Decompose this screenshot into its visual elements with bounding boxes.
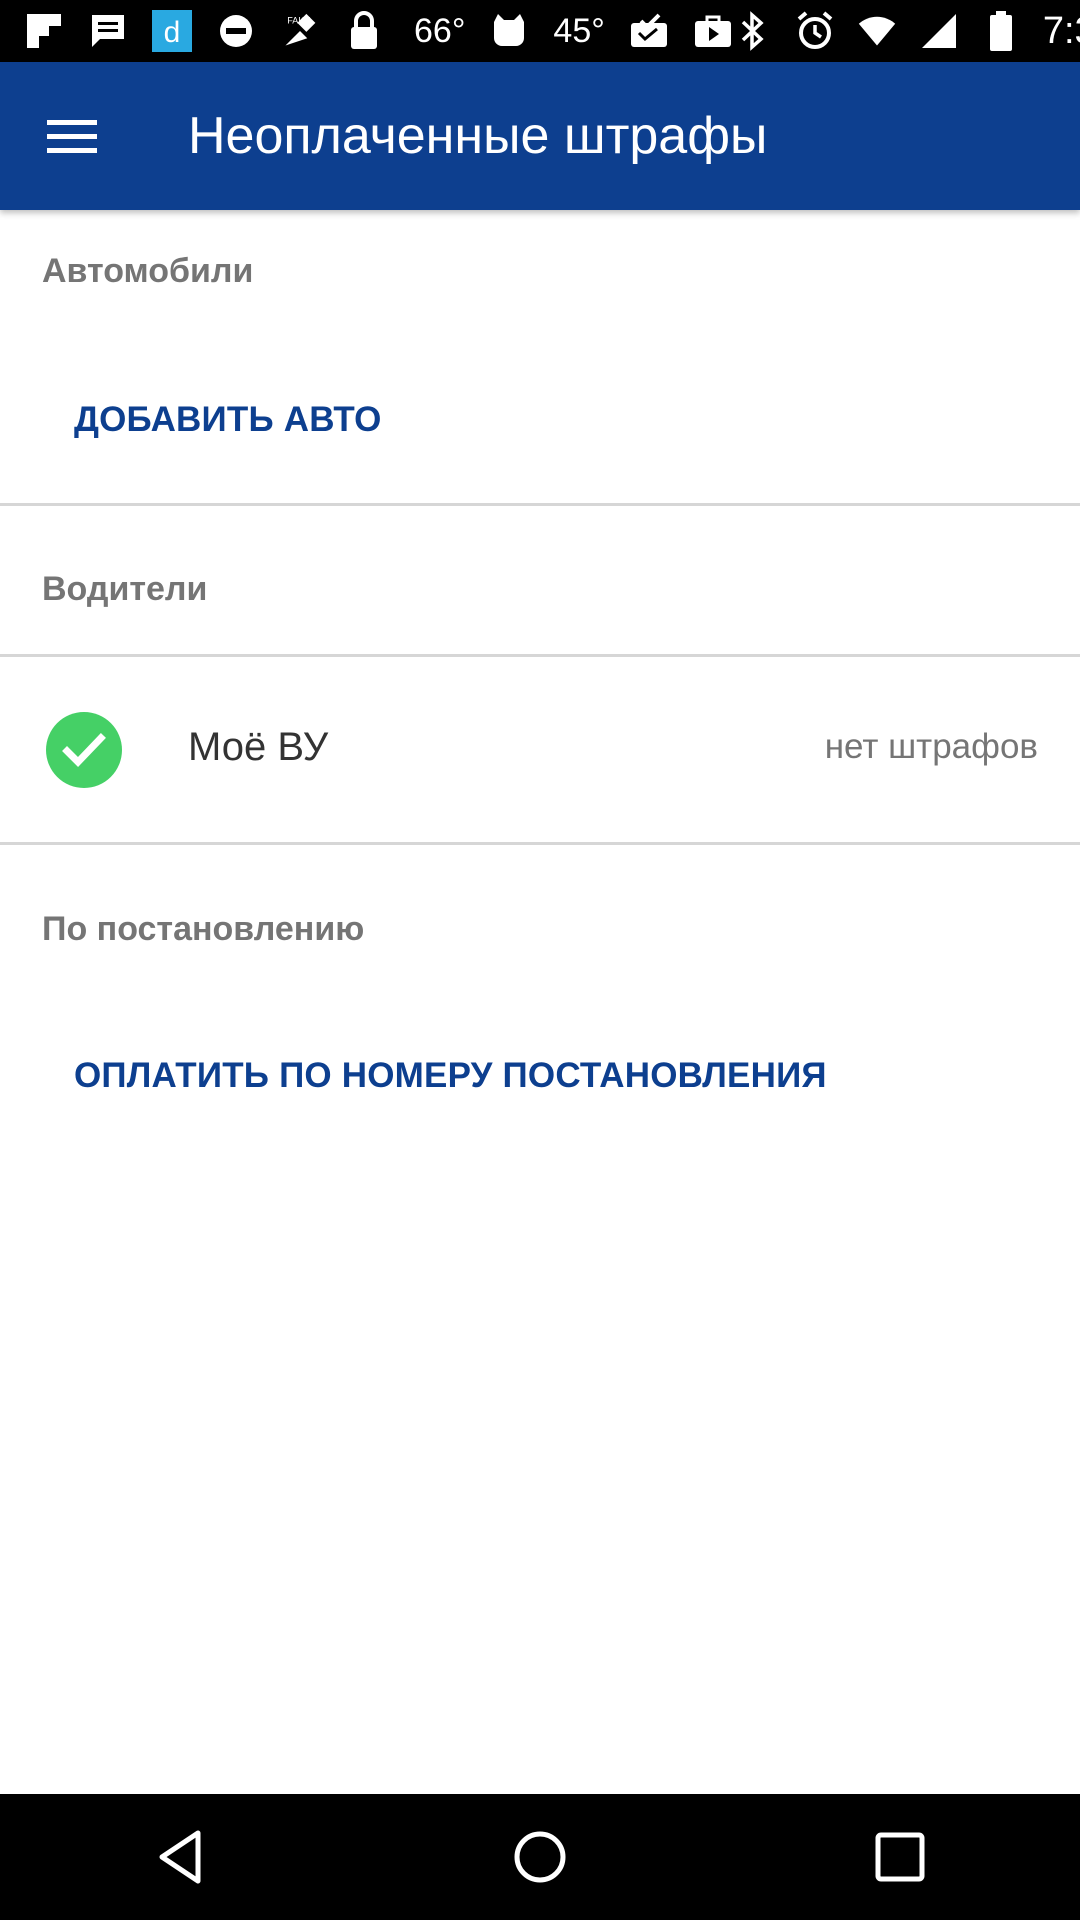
menu-icon-line-1 <box>47 119 97 125</box>
check-circle-icon <box>46 712 122 788</box>
temperature-1: 66° <box>414 11 466 50</box>
notification-icons: d FAKE 66° 45° <box>24 0 733 62</box>
back-button[interactable] <box>120 1797 240 1917</box>
fake-gps-icon: FAKE <box>280 11 320 51</box>
recents-icon <box>875 1832 925 1882</box>
block-icon <box>216 11 256 51</box>
bluetooth-icon <box>733 11 773 51</box>
signal-icon <box>919 11 959 51</box>
system-icons: 7:35 <box>733 0 1080 62</box>
divider <box>0 503 1080 506</box>
driver-fines-status: нет штрафов <box>824 727 1038 766</box>
temperature-group-1: 66° <box>408 11 465 51</box>
d-app-icon: d <box>152 10 192 52</box>
message-icon <box>88 11 128 51</box>
menu-icon-line-3 <box>47 147 97 153</box>
section-header-drivers: Водители <box>42 570 208 608</box>
home-button[interactable] <box>480 1797 600 1917</box>
home-icon <box>514 1831 566 1883</box>
play-store-icon <box>693 11 733 51</box>
menu-button[interactable] <box>40 106 104 166</box>
temperature-2: 45° <box>553 11 605 50</box>
alarm-icon <box>795 11 835 51</box>
flipboard-icon <box>24 11 64 51</box>
driver-name: Моё ВУ <box>188 725 329 769</box>
cat-icon <box>489 11 529 51</box>
inbox-check-icon <box>629 11 669 51</box>
divider <box>0 842 1080 845</box>
temperature-group-2: 45° <box>553 12 604 51</box>
back-icon <box>159 1830 201 1884</box>
svg-text:FAKE: FAKE <box>287 16 310 26</box>
recents-button[interactable] <box>840 1797 960 1917</box>
app-bar: Неоплаченные штрафы <box>0 62 1080 210</box>
battery-icon <box>981 11 1021 51</box>
wifi-icon <box>857 11 897 51</box>
section-header-by-resolution: По постановлению <box>42 910 365 948</box>
status-bar: d FAKE 66° 45° 7: <box>0 0 1080 62</box>
clock: 7:35 <box>1042 9 1080 52</box>
menu-icon-line-2 <box>47 133 97 139</box>
section-header-cars: Автомобили <box>42 252 254 290</box>
add-car-button[interactable]: ДОБАВИТЬ АВТО <box>74 400 382 440</box>
lock-icon <box>344 11 384 51</box>
navigation-bar <box>0 1794 1080 1920</box>
pay-by-resolution-number-button[interactable]: ОПЛАТИТЬ ПО НОМЕРУ ПОСТАНОВЛЕНИЯ <box>74 1056 827 1096</box>
page-title: Неоплаченные штрафы <box>188 107 768 165</box>
svg-text:d: d <box>164 16 181 49</box>
driver-list-item[interactable]: Моё ВУ нет штрафов <box>0 657 1080 842</box>
